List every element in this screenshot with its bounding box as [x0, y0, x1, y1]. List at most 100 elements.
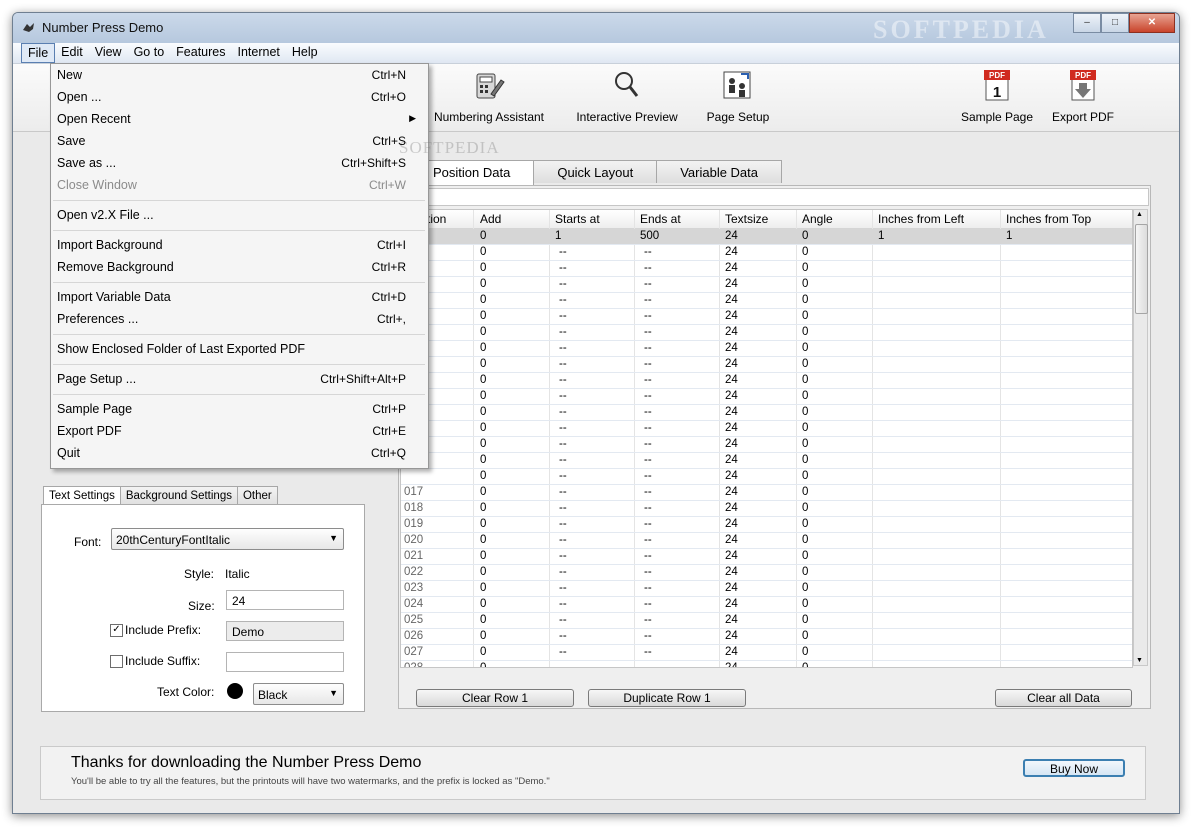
- table-row[interactable]: 0 -- -- 24 0: [401, 373, 1132, 389]
- table-row[interactable]: 0 -- -- 24 0: [401, 421, 1132, 437]
- col-add[interactable]: Add: [480, 212, 501, 226]
- menu-item-quit[interactable]: Quit Ctrl+Q: [51, 443, 428, 465]
- menu-help[interactable]: Help: [286, 43, 324, 61]
- table-row[interactable]: 027 0 -- -- 24 0: [401, 645, 1132, 661]
- table-row[interactable]: 022 0 -- -- 24 0: [401, 565, 1132, 581]
- table-row[interactable]: 0 -- -- 24 0: [401, 293, 1132, 309]
- table-row[interactable]: 0 1 500 24 0 1 1: [401, 229, 1132, 245]
- size-input[interactable]: 24: [226, 590, 344, 610]
- prefix-input[interactable]: Demo: [226, 621, 344, 641]
- table-row[interactable]: 0 -- -- 24 0: [401, 261, 1132, 277]
- menu-item-import-variable-data[interactable]: Import Variable Data Ctrl+D: [51, 287, 428, 309]
- cell-starts: --: [559, 518, 567, 530]
- cell-number: 019: [404, 518, 424, 530]
- tab-variable-data[interactable]: Variable Data: [656, 160, 783, 183]
- menu-item-open[interactable]: Open ... Ctrl+O: [51, 87, 428, 109]
- include-suffix-checkbox[interactable]: [110, 655, 123, 668]
- cell-starts: --: [559, 582, 567, 594]
- menu-item-preferences[interactable]: Preferences ... Ctrl+,: [51, 309, 428, 331]
- col-inches-top[interactable]: Inches from Top: [1006, 212, 1091, 226]
- export-pdf-button[interactable]: PDF Export PDF: [1043, 68, 1123, 124]
- scroll-down-icon[interactable]: ▼: [1136, 657, 1143, 664]
- numbering-assistant-button[interactable]: Numbering Assistant: [431, 68, 547, 124]
- position-table[interactable]: tion Add Starts at Ends at Textsize Angl…: [400, 209, 1133, 668]
- minimize-icon[interactable]: –: [1073, 13, 1101, 33]
- font-select[interactable]: 20thCenturyFontItalic ▼: [111, 528, 344, 550]
- page-setup-button[interactable]: Page Setup: [693, 68, 783, 124]
- cell-textsize: 24: [725, 534, 738, 546]
- menu-item-new[interactable]: New Ctrl+N: [51, 65, 428, 87]
- menu-item-open-recent[interactable]: Open Recent ▶: [51, 109, 428, 131]
- menu-item-sample-page[interactable]: Sample Page Ctrl+P: [51, 399, 428, 421]
- sample-page-button[interactable]: PDF 1 Sample Page: [957, 68, 1037, 124]
- menu-file[interactable]: File: [21, 43, 56, 63]
- col-angle[interactable]: Angle: [802, 212, 833, 226]
- table-row[interactable]: 018 0 -- -- 24 0: [401, 501, 1132, 517]
- menu-internet[interactable]: Internet: [232, 43, 286, 61]
- table-row[interactable]: 026 0 -- -- 24 0: [401, 629, 1132, 645]
- menu-view[interactable]: View: [89, 43, 128, 61]
- table-row[interactable]: 017 0 -- -- 24 0: [401, 485, 1132, 501]
- interactive-preview-button[interactable]: Interactive Preview: [569, 68, 685, 124]
- menu-item-page-setup[interactable]: Page Setup ... Ctrl+Shift+Alt+P: [51, 369, 428, 391]
- cell-textsize: 24: [725, 422, 738, 434]
- buy-now-button[interactable]: Buy Now: [1023, 759, 1125, 777]
- cell-ends: --: [644, 326, 652, 338]
- col-ends-at[interactable]: Ends at: [640, 212, 681, 226]
- table-row[interactable]: 020 0 -- -- 24 0: [401, 533, 1132, 549]
- menu-item-open-v2-x-file[interactable]: Open v2.X File ...: [51, 205, 428, 227]
- menu-item-show-enclosed-folder-of-last-exported-pdf[interactable]: Show Enclosed Folder of Last Exported PD…: [51, 339, 428, 361]
- col-starts-at[interactable]: Starts at: [555, 212, 600, 226]
- tab-quick-layout[interactable]: Quick Layout: [533, 160, 658, 183]
- table-row[interactable]: 0 -- -- 24 0: [401, 405, 1132, 421]
- maximize-icon[interactable]: □: [1101, 13, 1129, 33]
- menu-item-export-pdf[interactable]: Export PDF Ctrl+E: [51, 421, 428, 443]
- clear-all-button[interactable]: Clear all Data: [995, 689, 1132, 707]
- col-position[interactable]: tion: [427, 212, 446, 226]
- table-row[interactable]: 023 0 -- -- 24 0: [401, 581, 1132, 597]
- tab-other[interactable]: Other: [236, 486, 278, 506]
- menu-item-import-background[interactable]: Import Background Ctrl+I: [51, 235, 428, 257]
- duplicate-row-button[interactable]: Duplicate Row 1: [588, 689, 746, 707]
- tab-background-settings[interactable]: Background Settings: [119, 486, 238, 506]
- main-tabs: Position Data Quick Layout Variable Data: [409, 160, 783, 185]
- include-prefix-checkbox[interactable]: ✓: [110, 624, 123, 637]
- menu-edit[interactable]: Edit: [55, 43, 89, 61]
- table-row[interactable]: 0 -- -- 24 0: [401, 357, 1132, 373]
- menu-features[interactable]: Features: [170, 43, 231, 61]
- clear-row-button[interactable]: Clear Row 1: [416, 689, 574, 707]
- col-inches-left[interactable]: Inches from Left: [878, 212, 964, 226]
- color-swatch[interactable]: [227, 683, 243, 699]
- table-scrollbar[interactable]: ▲ ▼: [1133, 209, 1148, 666]
- scroll-thumb[interactable]: [1135, 224, 1148, 314]
- table-row[interactable]: 0 -- -- 24 0: [401, 309, 1132, 325]
- suffix-input[interactable]: [226, 652, 344, 672]
- menu-item-remove-background[interactable]: Remove Background Ctrl+R: [51, 257, 428, 279]
- table-row[interactable]: 019 0 -- -- 24 0: [401, 517, 1132, 533]
- menu-item-shortcut: Ctrl+D: [371, 290, 406, 304]
- table-row[interactable]: 021 0 -- -- 24 0: [401, 549, 1132, 565]
- cell-number: 018: [404, 502, 424, 514]
- table-row[interactable]: 028 0 -- -- 24 0: [401, 661, 1132, 667]
- scroll-up-icon[interactable]: ▲: [1136, 211, 1143, 218]
- table-row[interactable]: 0 -- -- 24 0: [401, 469, 1132, 485]
- menu-goto[interactable]: Go to: [128, 43, 171, 61]
- page-setup-icon: [720, 68, 756, 102]
- menu-item-save[interactable]: Save Ctrl+S: [51, 131, 428, 153]
- menu-item-label: New: [57, 68, 83, 82]
- col-textsize[interactable]: Textsize: [725, 212, 768, 226]
- table-row[interactable]: 0 -- -- 24 0: [401, 277, 1132, 293]
- table-row[interactable]: 0 -- -- 24 0: [401, 245, 1132, 261]
- table-row[interactable]: 025 0 -- -- 24 0: [401, 613, 1132, 629]
- table-row[interactable]: 0 -- -- 24 0: [401, 325, 1132, 341]
- table-row[interactable]: 0 -- -- 24 0: [401, 453, 1132, 469]
- close-icon[interactable]: ✕: [1129, 13, 1175, 33]
- menu-item-save-as[interactable]: Save as ... Ctrl+Shift+S: [51, 153, 428, 175]
- table-row[interactable]: 024 0 -- -- 24 0: [401, 597, 1132, 613]
- table-row[interactable]: 0 -- -- 24 0: [401, 389, 1132, 405]
- app-icon: [23, 23, 34, 32]
- text-color-select[interactable]: Black ▼: [253, 683, 344, 705]
- table-row[interactable]: 0 -- -- 24 0: [401, 437, 1132, 453]
- cell-textsize: 24: [725, 310, 738, 322]
- table-row[interactable]: 0 -- -- 24 0: [401, 341, 1132, 357]
